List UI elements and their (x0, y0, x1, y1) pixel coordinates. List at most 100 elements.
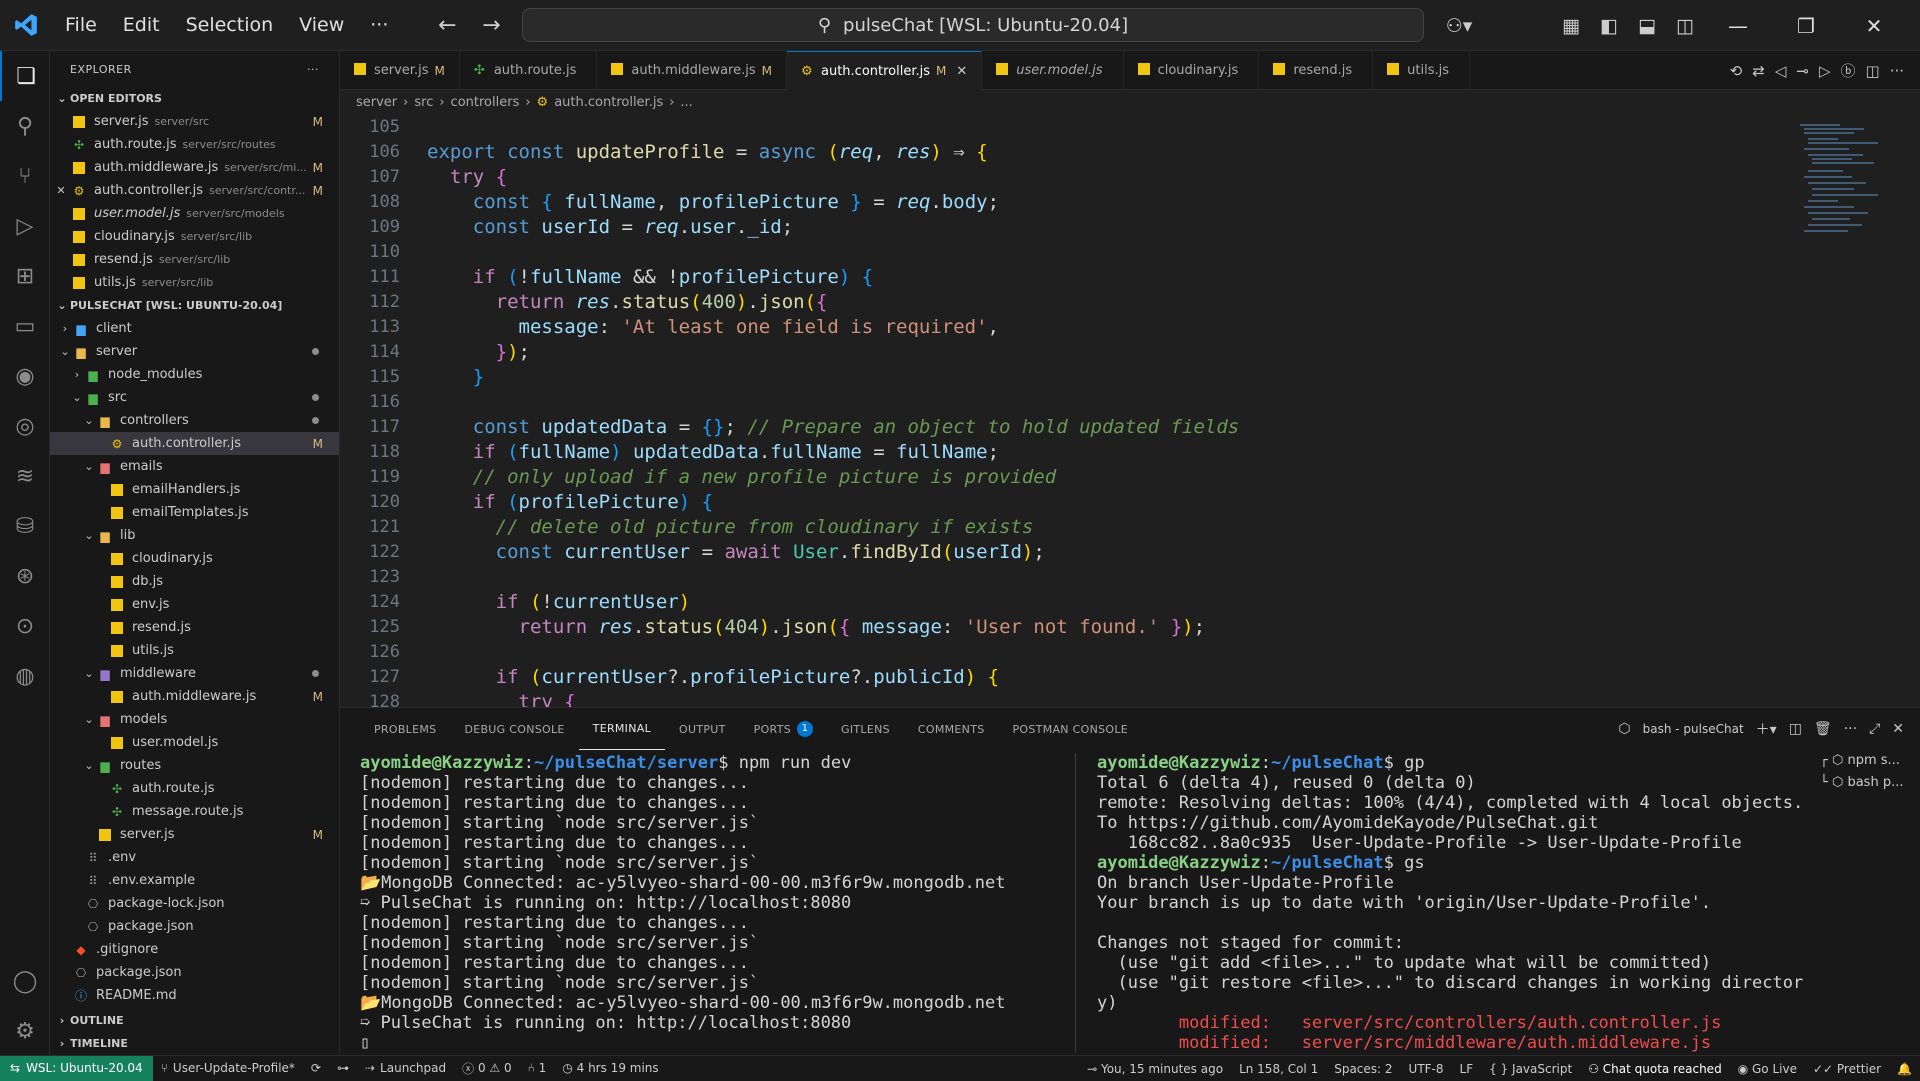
panel-more-icon[interactable]: ··· (1844, 721, 1857, 737)
remote-indicator[interactable]: ⇆ WSL: Ubuntu-20.04 (0, 1055, 153, 1081)
go-live-button[interactable]: ◉ Go Live (1730, 1056, 1805, 1081)
open-editor-item[interactable]: utils.js server/src/lib (50, 271, 339, 294)
next-change-icon[interactable]: ▷ (1819, 62, 1831, 80)
breadcrumb-item[interactable]: server (356, 95, 397, 110)
tree-item[interactable]: emailTemplates.js (50, 501, 339, 524)
breadcrumb-item[interactable]: src (414, 95, 433, 110)
open-editor-item[interactable]: user.model.js server/src/models (50, 202, 339, 225)
terminal-name[interactable]: bash - pulseChat (1643, 722, 1744, 736)
kill-terminal-icon[interactable]: 🗑 (1814, 721, 1832, 737)
encoding[interactable]: UTF-8 (1401, 1056, 1452, 1081)
tree-item[interactable]: server.js M (50, 823, 339, 846)
code-line[interactable]: 127 if (currentUser?.profilePicture?.pub… (340, 664, 1790, 689)
language-mode[interactable]: { } JavaScript (1481, 1056, 1580, 1081)
editor-tab[interactable]: auth.middleware.js M (597, 51, 787, 90)
branch-indicator[interactable]: ⑂ User-Update-Profile* (153, 1056, 303, 1081)
tree-item[interactable]: auth.middleware.js M (50, 685, 339, 708)
open-editor-item[interactable]: ✕ ⚙ auth.controller.js server/src/contr.… (50, 179, 339, 202)
copilot-status[interactable]: ⚇ Chat quota reached (1580, 1056, 1730, 1081)
panel-tab-problems[interactable]: PROBLEMS (360, 708, 450, 750)
panel-tab-debug-console[interactable]: DEBUG CONSOLE (450, 708, 578, 750)
code-line[interactable]: 108 const { fullName, profilePicture } =… (340, 189, 1790, 214)
code-line[interactable]: 121 // delete old picture from cloudinar… (340, 514, 1790, 539)
toggle-panel-icon[interactable]: ⬓ (1628, 15, 1666, 37)
tree-item[interactable]: ⌄ ▆ models (50, 708, 339, 731)
tree-item[interactable]: ⠿ .env.example (50, 869, 339, 892)
tree-item[interactable]: utils.js (50, 639, 339, 662)
editor-tab[interactable]: ⚙ auth.controller.js M ✕ (787, 51, 983, 90)
settings-gear-icon[interactable]: ⚙ (0, 1006, 50, 1056)
tree-item[interactable]: ⎔ package-lock.json (50, 892, 339, 915)
code-line[interactable]: 123 (340, 564, 1790, 589)
git-graph-status-icon[interactable]: ⊶ (329, 1056, 357, 1081)
line-ending[interactable]: LF (1452, 1056, 1482, 1081)
tree-item[interactable]: ⓘ README.md (50, 984, 339, 1007)
git-blame-indicator[interactable]: ⊸ You, 15 minutes ago (1079, 1056, 1231, 1081)
indentation[interactable]: Spaces: 2 (1326, 1056, 1400, 1081)
tree-item[interactable]: ⌄ ▆ emails (50, 455, 339, 478)
terminal-list-item[interactable]: ┌ ⬡ npm s... (1820, 753, 1920, 775)
terminal-right[interactable]: ayomide@Kazzywiz:~/pulseChat$ gp Total 6 … (1097, 753, 1817, 1053)
code-line[interactable]: 125 return res.status(404).json({ messag… (340, 614, 1790, 639)
code-view[interactable]: 105 106 export const updateProfile = async… (340, 114, 1790, 708)
open-editors-header[interactable]: ⌄ OPEN EDITORS (50, 87, 339, 110)
tree-item[interactable]: ◆ .gitignore (50, 938, 339, 961)
timeline-icon[interactable]: ⊙ (0, 601, 50, 651)
code-line[interactable]: 124 if (!currentUser) (340, 589, 1790, 614)
close-tab-icon[interactable]: ✕ (956, 64, 967, 79)
notifications-bell-icon[interactable]: 🔔 (1889, 1056, 1920, 1081)
database-icon[interactable]: ⛁ (0, 501, 50, 551)
editor-tab[interactable]: utils.js (1373, 51, 1471, 90)
code-line[interactable]: 106 export const updateProfile = async (r… (340, 139, 1790, 164)
explorer-icon[interactable]: ❏ (0, 51, 50, 101)
cursor-position[interactable]: Ln 158, Col 1 (1231, 1056, 1326, 1081)
menu-view[interactable]: View (286, 0, 357, 51)
time-tracker[interactable]: ◷ 4 hrs 19 mins (554, 1056, 666, 1081)
stack-icon[interactable]: ≋ (0, 451, 50, 501)
split-editor-icon[interactable]: ◫ (1866, 62, 1880, 80)
editor-tab[interactable]: ✣ auth.route.js (460, 51, 598, 90)
tree-item[interactable]: user.model.js (50, 731, 339, 754)
open-editor-item[interactable]: resend.js server/src/lib (50, 248, 339, 271)
close-panel-icon[interactable]: ✕ (1892, 721, 1904, 737)
code-line[interactable]: 112 return res.status(400).json({ (340, 289, 1790, 314)
tree-item[interactable]: ⌄ ▆ src (50, 386, 339, 409)
terminal-split-divider[interactable] (1075, 753, 1076, 1053)
code-line[interactable]: 119 // only upload if a new profile pict… (340, 464, 1790, 489)
breadcrumb-item[interactable]: controllers (451, 95, 520, 110)
close-window-icon[interactable]: ✕ (1840, 14, 1908, 38)
panel-tab-gitlens[interactable]: GITLENS (827, 708, 904, 750)
menu-edit[interactable]: Edit (110, 0, 173, 51)
ports-indicator[interactable]: ⑃ 1 (520, 1056, 555, 1081)
breadcrumb-item[interactable]: ... (680, 95, 692, 110)
launchpad-item[interactable]: ⇢ Launchpad (357, 1056, 454, 1081)
tree-item[interactable]: env.js (50, 593, 339, 616)
problems-indicator[interactable]: ⓧ 0 ⚠ 0 (454, 1056, 520, 1081)
prettier-status[interactable]: ✓✓ Prettier (1805, 1056, 1889, 1081)
terminal-list-item[interactable]: └ ⬡ bash p... (1820, 775, 1920, 797)
code-line[interactable]: 118 if (fullName) updatedData.fullName =… (340, 439, 1790, 464)
commit-icon[interactable]: ⊸ (1796, 62, 1809, 80)
tree-item[interactable]: ✣ message.route.js (50, 800, 339, 823)
code-line[interactable]: 110 (340, 239, 1790, 264)
tree-item[interactable]: ⌄ ▆ routes (50, 754, 339, 777)
code-line[interactable]: 115 } (340, 364, 1790, 389)
tree-item[interactable]: ⎔ package.json (50, 915, 339, 938)
tree-item[interactable]: ⎔ package.json (50, 961, 339, 984)
tree-item[interactable]: resend.js (50, 616, 339, 639)
close-icon[interactable]: ✕ (52, 184, 70, 197)
restore-icon[interactable]: ❐ (1772, 14, 1840, 38)
compare-icon[interactable]: ⇄ (1752, 62, 1765, 80)
outline-header[interactable]: › OUTLINE (50, 1009, 339, 1032)
code-line[interactable]: 126 (340, 639, 1790, 664)
search-view-icon[interactable]: ⚲ (0, 101, 50, 151)
new-terminal-icon[interactable]: ＋▾ (1756, 719, 1777, 739)
panel-tab-ports[interactable]: PORTS 1 (740, 708, 827, 750)
panel-tab-postman-console[interactable]: POSTMAN CONSOLE (999, 708, 1143, 750)
editor-tab[interactable]: cloudinary.js (1124, 51, 1260, 90)
postman-icon[interactable]: ◍ (0, 651, 50, 701)
menu-more[interactable]: ··· (357, 0, 401, 51)
github-icon[interactable]: ◎ (0, 401, 50, 451)
menu-file[interactable]: File (52, 0, 110, 51)
timeline-header[interactable]: › TIMELINE (50, 1032, 339, 1055)
